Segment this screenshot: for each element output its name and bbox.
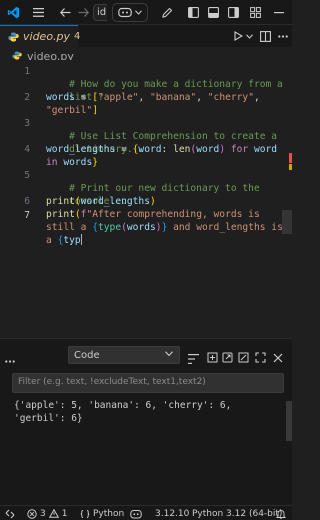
menu-icon[interactable] — [30, 0, 46, 25]
tab-bar: video.py 4 — [0, 25, 292, 47]
toggle-secondary-sidebar-icon[interactable] — [226, 0, 240, 25]
close-panel-icon[interactable] — [273, 348, 283, 367]
copilot-icon — [118, 7, 132, 18]
bell-icon — [276, 509, 286, 519]
error-marker — [289, 153, 292, 163]
interpreter-selector[interactable]: Python 3.12 (64-bit) — [192, 506, 282, 520]
remote-indicator[interactable] — [0, 506, 20, 520]
toggle-sidebar-icon[interactable] — [186, 0, 200, 25]
notifications-bell[interactable] — [276, 506, 286, 520]
status-bar: 3 1 Python 3.12.10 Python 3.12 (64-bit) — [0, 505, 292, 520]
operator: = — [74, 92, 93, 103]
chevron-down-icon — [135, 10, 142, 15]
split-editor-icon — [259, 30, 271, 42]
vscode-logo-icon — [5, 0, 21, 25]
panel-scrollbar[interactable] — [286, 401, 292, 441]
filter-input[interactable]: Filter (e.g. text, !excludeText, text1,t… — [12, 373, 284, 393]
title-bar: id — [0, 0, 292, 25]
remote-icon — [5, 509, 15, 518]
run-dropdown[interactable] — [244, 25, 254, 47]
output-channel-select[interactable]: Code — [68, 346, 180, 364]
python-version-label: 3.12.10 — [155, 508, 190, 519]
string: "gerbil" — [46, 105, 93, 116]
python-version[interactable]: 3.12.10 — [155, 506, 189, 520]
code-line-6: print(word_lengths) — [46, 196, 156, 207]
string: "After comprehending, words is — [86, 209, 260, 220]
line-number: 1 — [24, 66, 30, 77]
code-editor[interactable]: 1 2 3 4 5 6 7 # How do you make a dictio… — [0, 60, 292, 338]
error-icon — [27, 508, 37, 519]
variable: words — [46, 92, 75, 103]
python-file-icon — [8, 27, 19, 46]
warning-icon — [48, 509, 59, 518]
text-cursor — [80, 234, 82, 245]
filter-placeholder: Filter (e.g. text, !excludeText, text1,t… — [18, 377, 206, 387]
string: "apple" — [98, 92, 139, 103]
line-number: 3 — [24, 118, 30, 129]
edit-icon[interactable] — [160, 0, 174, 25]
forward-arrow-icon[interactable] — [75, 0, 91, 25]
code-line-2-wrap: "gerbil"] — [46, 105, 98, 116]
function-call: len — [173, 144, 191, 155]
tab-problem-count: 4 — [74, 31, 81, 42]
code-line-4: word_lengths = {word: len(word) for word — [46, 144, 278, 155]
output-panel: Code Filter (e.g. text, !excludeText, te… — [0, 338, 292, 505]
function-call: print — [46, 209, 75, 220]
problems-indicator[interactable]: 3 1 — [27, 506, 67, 520]
line-number: 2 — [24, 92, 30, 103]
string: "banana" — [150, 92, 197, 103]
ellipsis-icon — [278, 34, 288, 38]
interpreter-label: Python 3.12 (64-bit) — [192, 508, 283, 519]
copilot-status-icon — [130, 509, 142, 518]
warning-marker — [289, 164, 292, 170]
line-number-active: 7 — [24, 210, 30, 221]
copilot-status[interactable] — [130, 506, 142, 520]
chevron-down-icon — [245, 33, 253, 39]
tab-filename: video.py — [23, 30, 71, 43]
panel-toolbar: Code — [0, 344, 292, 366]
output-text: {'apple': 5, 'banana': 6, 'cherry': 6, '… — [14, 400, 238, 424]
play-icon — [233, 31, 243, 41]
panel-more-icon[interactable] — [5, 348, 15, 367]
maximize-panel-icon[interactable] — [255, 348, 266, 367]
command-center-search[interactable]: id — [93, 4, 107, 21]
minimize-icon[interactable] — [272, 0, 286, 25]
lock-scroll-icon[interactable] — [207, 348, 218, 367]
code-line-7: print(f"After comprehending, words is — [46, 209, 260, 220]
copilot-button[interactable] — [112, 3, 148, 22]
toggle-panel-icon[interactable] — [206, 0, 220, 25]
line-number: 5 — [24, 170, 30, 181]
customize-layout-icon[interactable] — [248, 0, 262, 25]
clear-output-icon[interactable] — [238, 348, 249, 367]
code-line-7-wrap-2: a {typ — [46, 234, 82, 246]
warning-count: 1 — [61, 508, 68, 519]
braces-icon — [80, 509, 90, 518]
language-mode[interactable]: Python — [80, 506, 124, 520]
list-filter-icon[interactable] — [188, 349, 199, 368]
tab-video-py[interactable]: video.py 4 — [0, 25, 81, 47]
code-line-7-wrap-1: still a {type(words)} and word_lengths i… — [46, 222, 283, 233]
function-call: print — [46, 196, 75, 207]
variable: word_lengths — [46, 144, 116, 155]
language-label: Python — [93, 508, 125, 519]
editor-scrollbar[interactable] — [282, 210, 292, 234]
back-arrow-icon[interactable] — [57, 0, 73, 25]
code-line-2: words = ["apple", "banana", "cherry", — [46, 92, 260, 103]
split-editor-button[interactable] — [258, 25, 272, 47]
output-channel-value: Code — [74, 349, 100, 361]
line-number: 4 — [24, 144, 30, 155]
string: "cherry" — [207, 92, 254, 103]
line-number: 6 — [24, 196, 30, 207]
more-actions-button[interactable] — [276, 25, 290, 47]
code-line-4-wrap: in words} — [46, 157, 99, 168]
search-text: id — [97, 7, 107, 18]
chevron-down-icon — [165, 351, 173, 357]
error-count: 3 — [40, 508, 46, 519]
keyword: for — [230, 144, 249, 155]
keyword: in — [46, 157, 58, 168]
open-in-editor-icon[interactable] — [222, 348, 233, 367]
